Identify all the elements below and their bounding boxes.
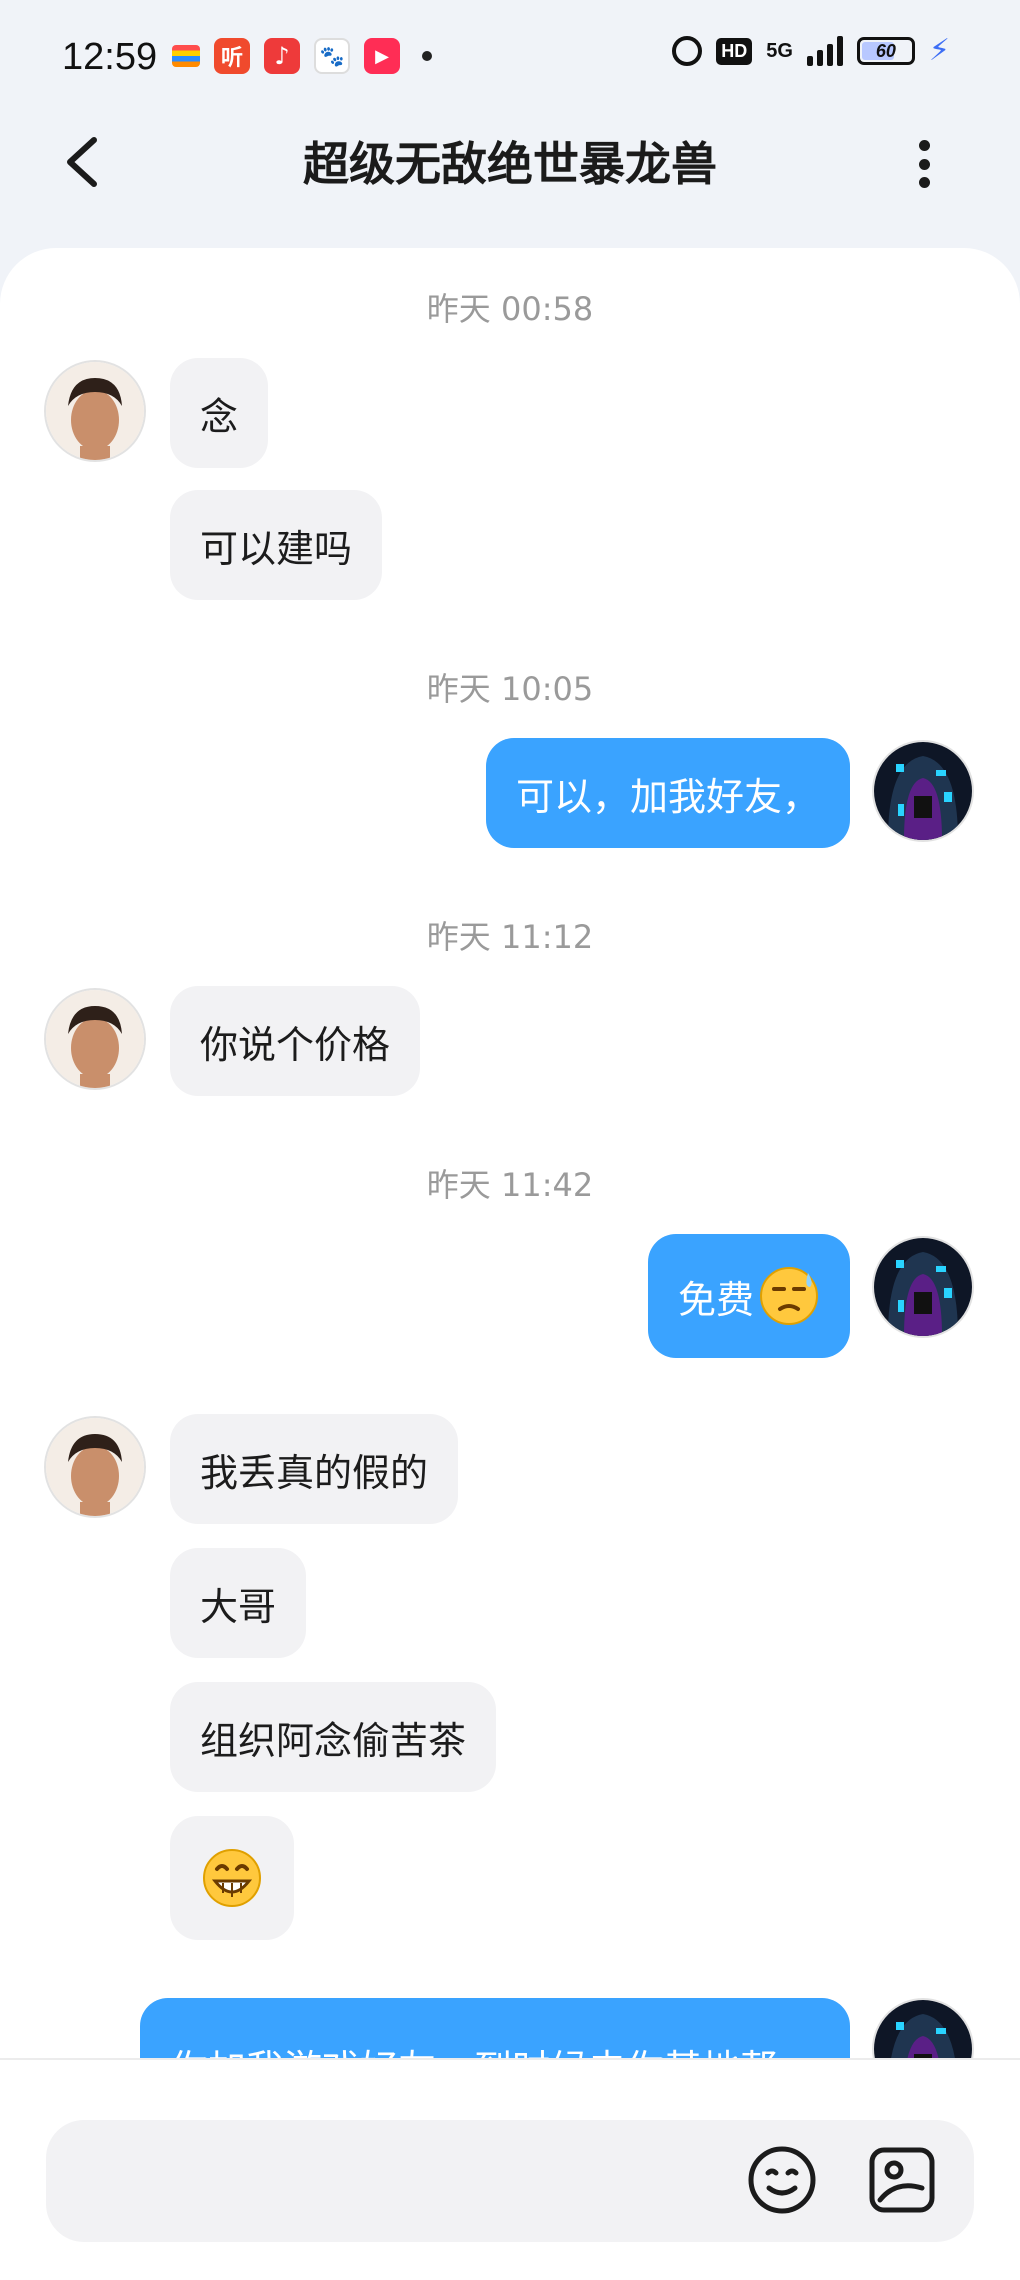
message-text: 可以，加我好友， — [515, 774, 820, 819]
message-bubble-incoming[interactable]: 可以建吗 — [170, 490, 383, 600]
more-notifications-dot — [422, 51, 432, 61]
status-bar: 12:59 听 ♪ 🐾 ▶ HD 5G 60 ⚡ — [0, 0, 1020, 120]
notification-icons: 听 ♪ 🐾 ▶ — [172, 38, 432, 74]
hooded-warrior-icon — [874, 2000, 972, 2058]
man-face-icon — [46, 990, 144, 1088]
chevron-left-icon — [67, 137, 97, 187]
message-bubble-incoming[interactable]: 大哥 — [170, 1548, 307, 1658]
video-play-icon: ▶ — [364, 38, 400, 74]
message-text: 可以建吗 — [200, 526, 353, 571]
my-avatar[interactable] — [874, 2000, 972, 2058]
battery-icon: 60 — [856, 37, 915, 65]
status-time: 12:59 — [62, 36, 158, 78]
more-options-button[interactable] — [904, 134, 944, 194]
network-type: 5G — [766, 39, 793, 62]
contact-avatar[interactable] — [46, 990, 144, 1088]
message-text: 你加我游戏好友，到时候去你基地帮 — [170, 2038, 778, 2058]
message-bubble-outgoing[interactable]: 可以，加我好友， — [485, 738, 850, 848]
message-text: 大哥 — [200, 1584, 277, 1629]
more-dot-icon — [918, 177, 930, 188]
timestamp: 昨天 10:05 — [426, 670, 594, 708]
my-avatar[interactable] — [874, 1238, 972, 1336]
baidu-icon: 🐾 — [314, 38, 350, 74]
music-icon: ♪ — [264, 38, 300, 74]
more-dot-icon — [918, 140, 930, 151]
signal-icon — [806, 36, 843, 66]
message-text: 念 — [200, 394, 239, 439]
message-bubble-outgoing[interactable]: 免费 — [647, 1234, 850, 1358]
more-dot-icon — [918, 158, 930, 170]
message-text: 我丢真的假的 — [200, 1450, 429, 1495]
message-text: 免费 — [677, 1277, 754, 1322]
sticker-icon — [869, 2147, 935, 2213]
message-bubble-incoming[interactable]: 组织阿念偷苦茶 — [170, 1682, 497, 1792]
alarm-icon — [672, 36, 703, 66]
message-bubble-outgoing[interactable]: 你加我游戏好友，到时候去你基地帮 — [140, 1998, 850, 2058]
contact-avatar[interactable] — [46, 362, 144, 460]
sweat-emoji-icon — [760, 1267, 818, 1325]
hooded-warrior-icon — [874, 1238, 972, 1336]
ting-audio-icon: 听 — [214, 38, 250, 74]
message-text: 你说个价格 — [200, 1022, 391, 1067]
my-avatar[interactable] — [874, 742, 972, 840]
grin-emoji-icon — [203, 1849, 261, 1907]
man-face-icon — [46, 362, 144, 460]
timestamp: 昨天 11:42 — [426, 1166, 594, 1204]
message-bubble-incoming[interactable] — [170, 1816, 294, 1940]
hd-icon: HD — [716, 37, 753, 65]
taobao-flag-icon — [172, 45, 200, 67]
hooded-warrior-icon — [874, 742, 972, 840]
battery-level: 60 — [875, 40, 896, 61]
contact-avatar[interactable] — [46, 1418, 144, 1516]
message-bubble-incoming[interactable]: 你说个价格 — [170, 986, 421, 1096]
message-list[interactable]: 昨天 00:58 念 可以建吗 昨天 10:05 可以，加我好友， 昨天 11:… — [0, 248, 1020, 2058]
charging-icon: ⚡ — [928, 33, 950, 68]
emoji-button[interactable] — [746, 2144, 818, 2216]
input-bar — [0, 2058, 1020, 2280]
back-button[interactable] — [56, 132, 116, 192]
timestamp: 昨天 11:12 — [426, 918, 594, 956]
man-face-icon — [46, 1418, 144, 1516]
message-bubble-incoming[interactable]: 念 — [170, 358, 269, 468]
message-text: 组织阿念偷苦茶 — [200, 1718, 467, 1763]
sticker-button[interactable] — [866, 2144, 938, 2216]
system-icons: HD 5G 60 ⚡ — [672, 36, 950, 66]
message-bubble-incoming[interactable]: 我丢真的假的 — [170, 1414, 459, 1524]
chat-title: 超级无敌绝世暴龙兽 — [303, 137, 717, 191]
message-input[interactable] — [46, 2120, 974, 2242]
timestamp: 昨天 00:58 — [426, 290, 594, 328]
smiley-icon — [748, 2146, 816, 2214]
